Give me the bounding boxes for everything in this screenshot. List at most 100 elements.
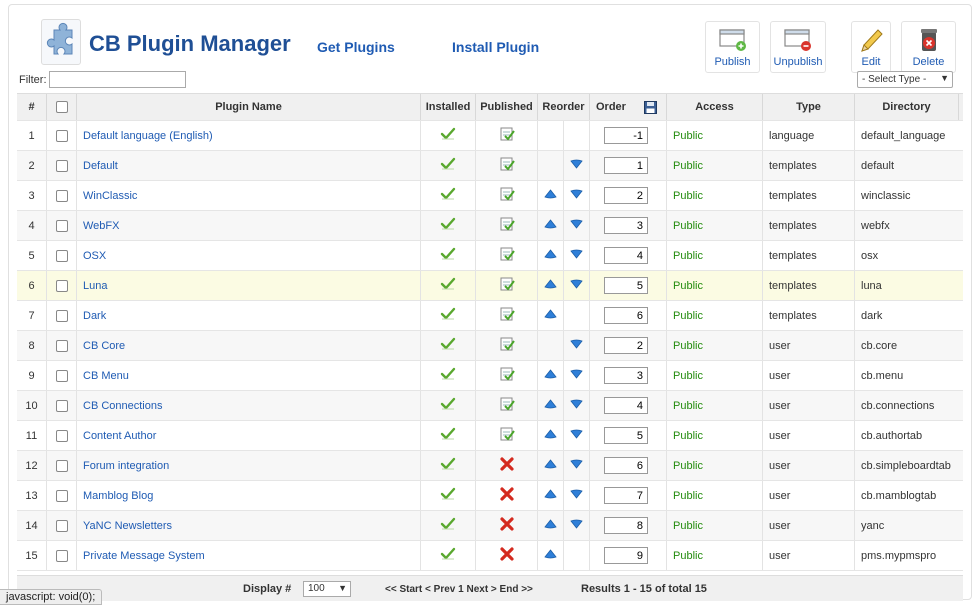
plugin-name-link[interactable]: Luna [83,280,107,292]
move-up-arrow-icon[interactable] [544,309,557,322]
plugin-name-link[interactable]: Dark [83,310,106,322]
plugin-name-link[interactable]: CB Core [83,340,125,352]
move-down-arrow-icon[interactable] [570,429,583,442]
plugin-name-link[interactable]: YaNC Newsletters [83,520,172,532]
access-link[interactable]: Public [673,430,703,442]
plugin-name-link[interactable]: Mamblog Blog [83,490,153,502]
move-down-arrow-icon[interactable] [570,489,583,502]
order-input[interactable] [604,277,648,294]
move-up-arrow-icon[interactable] [544,189,557,202]
row-checkbox[interactable] [55,429,68,442]
move-down-arrow-icon[interactable] [570,249,583,262]
order-input[interactable] [604,217,648,234]
plugin-name-link[interactable]: CB Connections [83,400,163,412]
unpublished-x-icon[interactable] [499,517,514,534]
move-down-arrow-icon[interactable] [570,399,583,412]
nav-prev-link[interactable]: < Prev [425,584,455,595]
move-up-arrow-icon[interactable] [544,459,557,472]
move-down-arrow-icon[interactable] [570,339,583,352]
row-checkbox[interactable] [55,219,68,232]
plugin-name-link[interactable]: WebFX [83,220,119,232]
published-icon[interactable] [499,336,515,355]
unpublished-x-icon[interactable] [499,457,514,474]
plugin-name-link[interactable]: Default [83,160,118,172]
unpublished-x-icon[interactable] [499,487,514,504]
access-link[interactable]: Public [673,370,703,382]
published-icon[interactable] [499,276,515,295]
plugin-name-link[interactable]: Default language (English) [83,130,213,142]
order-input[interactable] [604,517,648,534]
access-link[interactable]: Public [673,340,703,352]
access-link[interactable]: Public [673,550,703,562]
published-icon[interactable] [499,366,515,385]
move-down-arrow-icon[interactable] [570,159,583,172]
get-plugins-link[interactable]: Get Plugins [317,39,395,55]
plugin-name-link[interactable]: Forum integration [83,460,169,472]
filter-input[interactable] [49,71,186,88]
access-link[interactable]: Public [673,460,703,472]
access-link[interactable]: Public [673,400,703,412]
col-order[interactable]: Order [596,101,626,113]
order-input[interactable] [604,157,648,174]
move-up-arrow-icon[interactable] [544,399,557,412]
nav-end-link[interactable]: End >> [500,584,533,595]
row-checkbox[interactable] [55,399,68,412]
access-link[interactable]: Public [673,130,703,142]
delete-button[interactable]: Delete [901,21,956,73]
access-link[interactable]: Public [673,160,703,172]
row-checkbox[interactable] [55,339,68,352]
order-input[interactable] [604,457,648,474]
order-input[interactable] [604,307,648,324]
nav-next-link[interactable]: Next > [466,584,496,595]
save-order-icon[interactable] [643,100,657,114]
move-up-arrow-icon[interactable] [544,429,557,442]
move-up-arrow-icon[interactable] [544,219,557,232]
row-checkbox[interactable] [55,309,68,322]
edit-button[interactable]: Edit [851,21,891,73]
select-type-dropdown[interactable]: - Select Type - ▼ [857,71,953,88]
published-icon[interactable] [499,426,515,445]
published-icon[interactable] [499,246,515,265]
nav-start-link[interactable]: << Start [385,584,422,595]
access-link[interactable]: Public [673,280,703,292]
move-up-arrow-icon[interactable] [544,249,557,262]
publish-button[interactable]: Publish [705,21,760,73]
order-input[interactable] [604,547,648,564]
plugin-name-link[interactable]: WinClassic [83,190,137,202]
published-icon[interactable] [499,216,515,235]
row-checkbox[interactable] [55,189,68,202]
access-link[interactable]: Public [673,310,703,322]
row-checkbox[interactable] [55,489,68,502]
move-up-arrow-icon[interactable] [544,369,557,382]
install-plugin-link[interactable]: Install Plugin [452,39,539,55]
display-count-select[interactable]: 100 ▼ [303,581,351,597]
order-input[interactable] [604,367,648,384]
order-input[interactable] [604,487,648,504]
move-down-arrow-icon[interactable] [570,219,583,232]
plugin-name-link[interactable]: Private Message System [83,550,205,562]
move-down-arrow-icon[interactable] [570,189,583,202]
move-down-arrow-icon[interactable] [570,459,583,472]
row-checkbox[interactable] [55,549,68,562]
move-up-arrow-icon[interactable] [544,279,557,292]
access-link[interactable]: Public [673,520,703,532]
access-link[interactable]: Public [673,250,703,262]
row-checkbox[interactable] [55,249,68,262]
row-checkbox[interactable] [55,159,68,172]
access-link[interactable]: Public [673,220,703,232]
move-down-arrow-icon[interactable] [570,519,583,532]
unpublished-x-icon[interactable] [499,547,514,564]
move-down-arrow-icon[interactable] [570,279,583,292]
published-icon[interactable] [499,126,515,145]
published-icon[interactable] [499,306,515,325]
access-link[interactable]: Public [673,490,703,502]
move-up-arrow-icon[interactable] [544,489,557,502]
row-checkbox[interactable] [55,459,68,472]
select-all-checkbox[interactable] [55,101,68,113]
move-up-arrow-icon[interactable] [544,549,557,562]
unpublish-button[interactable]: Unpublish [770,21,826,73]
order-input[interactable] [604,427,648,444]
plugin-name-link[interactable]: CB Menu [83,370,129,382]
order-input[interactable] [604,247,648,264]
order-input[interactable] [604,187,648,204]
